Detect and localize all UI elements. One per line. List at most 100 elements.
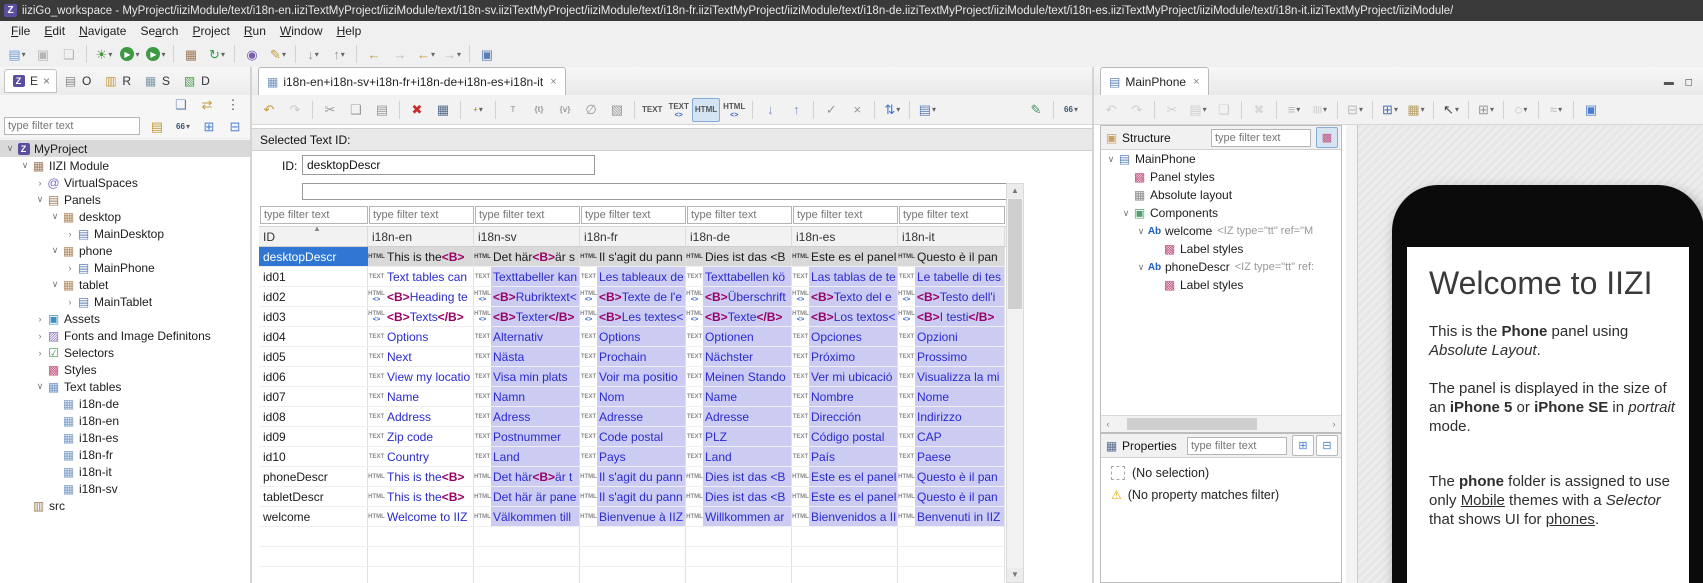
cell-tabletdescr-i18n-en[interactable]: HTMLThis is the <B>	[368, 487, 474, 506]
cut-button[interactable]: ✂	[317, 98, 343, 122]
project-tree-item-src[interactable]: ▥src	[0, 497, 250, 514]
editor-tab-text-tables[interactable]: ▦ i18n-en+i18n-sv+i18n-fr+i18n-de+i18n-e…	[258, 67, 566, 95]
project-tree-item-maintablet[interactable]: ›▤MainTablet	[0, 293, 250, 310]
cell-id09-i18n-it[interactable]: TEXTCAP	[898, 427, 1005, 446]
cell-welcome-i18n-fr[interactable]: HTMLBienvenue à IIZ	[580, 507, 686, 526]
project-tree-item-i18n-it[interactable]: ▦i18n-it	[0, 463, 250, 480]
column-header-i18n-fr[interactable]: i18n-fr	[580, 227, 686, 246]
table-row-id08[interactable]: id08TEXTAddressTEXTAdressTEXTAdresseTEXT…	[259, 407, 1006, 427]
export-button[interactable]: ↑▾	[326, 42, 352, 66]
table-row-id05[interactable]: id05TEXTNextTEXTNästaTEXTProchainTEXTNäc…	[259, 347, 1006, 367]
structure-tree-item-absolute-layout[interactable]: ▦Absolute layout	[1101, 186, 1341, 204]
cell-id06-i18n-sv[interactable]: TEXTVisa min plats	[474, 367, 580, 386]
menu-edit[interactable]: Edit	[37, 22, 72, 40]
expander-open-icon[interactable]: ∨	[49, 279, 61, 290]
project-tree-item-i18n-es[interactable]: ▦i18n-es	[0, 429, 250, 446]
mode-text-source-button[interactable]: TEXT<>	[665, 98, 691, 122]
debug-button[interactable]: ☀▾	[91, 42, 117, 66]
collapse-all-button[interactable]: ⊟	[1316, 435, 1338, 456]
collapse-all-button[interactable]: ⊟	[222, 114, 248, 138]
cell-id[interactable]: tabletDescr	[259, 487, 368, 506]
link-with-editor-button[interactable]: ⇄	[194, 95, 220, 114]
undo-button[interactable]: ↶	[256, 98, 282, 122]
expander-open-icon[interactable]: ∨	[4, 143, 16, 154]
cell-id02-i18n-it[interactable]: HTML<><B>Testo dell'i	[898, 287, 1005, 306]
cell-id[interactable]: welcome	[259, 507, 368, 526]
undo-button[interactable]: ↶	[1098, 98, 1124, 122]
column-filter-input-i18n-en[interactable]	[369, 206, 474, 224]
project-tree-item-i18n-fr[interactable]: ▦i18n-fr	[0, 446, 250, 463]
project-tree-item-i18n-de[interactable]: ▦i18n-de	[0, 395, 250, 412]
menu-project[interactable]: Project	[185, 22, 236, 40]
view-tab-o[interactable]: ▤O	[57, 70, 97, 92]
add-component-button[interactable]: ⊞▾	[1377, 98, 1403, 122]
cell-id09-i18n-en[interactable]: TEXTZip code	[368, 427, 474, 446]
expander-open-icon[interactable]: ∨	[49, 211, 61, 222]
delete-button[interactable]: ✖	[1246, 98, 1272, 122]
expander-open-icon[interactable]: ∨	[1105, 154, 1117, 165]
cell-desktopdescr-i18n-it[interactable]: HTMLQuesto è il pan	[898, 247, 1005, 266]
expander-open-icon[interactable]: ∨	[1120, 208, 1132, 219]
cell-id04-i18n-en[interactable]: TEXTOptions	[368, 327, 474, 346]
cell-welcome-i18n-de[interactable]: HTMLWillkommen ar	[686, 507, 792, 526]
column-header-i18n-en[interactable]: i18n-en	[368, 227, 474, 246]
cell-id10-i18n-it[interactable]: TEXTPaese	[898, 447, 1005, 466]
cancel-edit-button[interactable]: ×	[844, 98, 870, 122]
refresh-module-button[interactable]: ↻▾	[204, 42, 230, 66]
cell-id03-i18n-de[interactable]: HTML<><B>Texte</B>	[686, 307, 792, 326]
expander-open-icon[interactable]: ∨	[1135, 226, 1147, 237]
column-filter-input-id[interactable]	[260, 206, 368, 224]
column-filter-input-i18n-fr[interactable]	[581, 206, 686, 224]
cell-id02-i18n-de[interactable]: HTML<><B>Überschrift	[686, 287, 792, 306]
view-tab-r[interactable]: ▥R	[97, 70, 137, 92]
cell-id03-i18n-sv[interactable]: HTML<><B>Texter</B>	[474, 307, 580, 326]
cell-id01-i18n-sv[interactable]: TEXTTexttabeller kan	[474, 267, 580, 286]
table-row-id01[interactable]: id01TEXTText tables canTEXTTexttabeller …	[259, 267, 1006, 287]
format-font-button[interactable]: T	[500, 98, 526, 122]
scrollbar-thumb[interactable]	[1127, 418, 1257, 430]
expander-closed-icon[interactable]: ›	[64, 263, 76, 273]
project-tree-item-styles[interactable]: ▩Styles	[0, 361, 250, 378]
column-header-i18n-it[interactable]: i18n-it	[898, 227, 1005, 246]
text-id-input[interactable]	[302, 155, 595, 175]
expander-closed-icon[interactable]: ›	[34, 331, 46, 341]
cell-id[interactable]: id06	[259, 367, 368, 386]
cell-id01-i18n-es[interactable]: TEXTLas tablas de te	[792, 267, 898, 286]
project-tree-item-virtualspaces[interactable]: ›@VirtualSpaces	[0, 174, 250, 191]
cell-id07-i18n-fr[interactable]: TEXTNom	[580, 387, 686, 406]
cell-id07-i18n-sv[interactable]: TEXTNamn	[474, 387, 580, 406]
preview-button[interactable]: ▣	[1578, 98, 1604, 122]
insert-tag-t-button[interactable]: {t}	[526, 98, 552, 122]
cell-id07-i18n-es[interactable]: TEXTNombre	[792, 387, 898, 406]
cell-id07-i18n-it[interactable]: TEXTNome	[898, 387, 1005, 406]
column-header-i18n-sv[interactable]: i18n-sv	[474, 227, 580, 246]
cell-id03-i18n-es[interactable]: HTML<><B>Los textos<	[792, 307, 898, 326]
menu-search[interactable]: Search	[133, 22, 185, 40]
effects-button[interactable]: ≈▾	[1543, 98, 1569, 122]
view-minmax-buttons[interactable]: ▬ ◻	[1664, 77, 1697, 88]
cell-id[interactable]: id09	[259, 427, 368, 446]
expander-closed-icon[interactable]: ›	[64, 229, 76, 239]
menu-help[interactable]: Help	[330, 22, 369, 40]
cell-id08-i18n-fr[interactable]: TEXTAdresse	[580, 407, 686, 426]
expander-closed-icon[interactable]: ›	[34, 314, 46, 324]
show-usage-button[interactable]: 66▾	[1058, 98, 1084, 122]
cell-id06-i18n-es[interactable]: TEXTVer mi ubicació	[792, 367, 898, 386]
cell-id09-i18n-fr[interactable]: TEXTCode postal	[580, 427, 686, 446]
cell-id[interactable]: id07	[259, 387, 368, 406]
edit-cell-button[interactable]: ✎	[1023, 98, 1049, 122]
scroll-up-icon[interactable]: ▲	[1007, 184, 1023, 198]
cell-tabletdescr-i18n-de[interactable]: HTMLDies ist das <B	[686, 487, 792, 506]
table-row-desktopdescr[interactable]: desktopDescrHTMLThis is the <B>HTMLDet h…	[259, 247, 1006, 267]
mode-html-source-button[interactable]: HTML<>	[720, 98, 748, 122]
layout-menu-button[interactable]: ▤▾	[914, 98, 940, 122]
phone-paragraph-1[interactable]: This is the Phone panel using Absolute L…	[1429, 322, 1677, 360]
paste-into-button[interactable]: ❏	[1211, 98, 1237, 122]
cell-id02-i18n-sv[interactable]: HTML<><B>Rubriktext<	[474, 287, 580, 306]
project-tree-item-i18n-en[interactable]: ▦i18n-en	[0, 412, 250, 429]
select-tool-button[interactable]: ↖▾	[1438, 98, 1464, 122]
distribute-button[interactable]: ||||▾	[1307, 98, 1333, 122]
cell-id04-i18n-fr[interactable]: TEXTOptions	[580, 327, 686, 346]
cell-desktopdescr-i18n-en[interactable]: HTMLThis is the <B>	[368, 247, 474, 266]
run-secure-button[interactable]: ▶▾	[143, 42, 169, 66]
